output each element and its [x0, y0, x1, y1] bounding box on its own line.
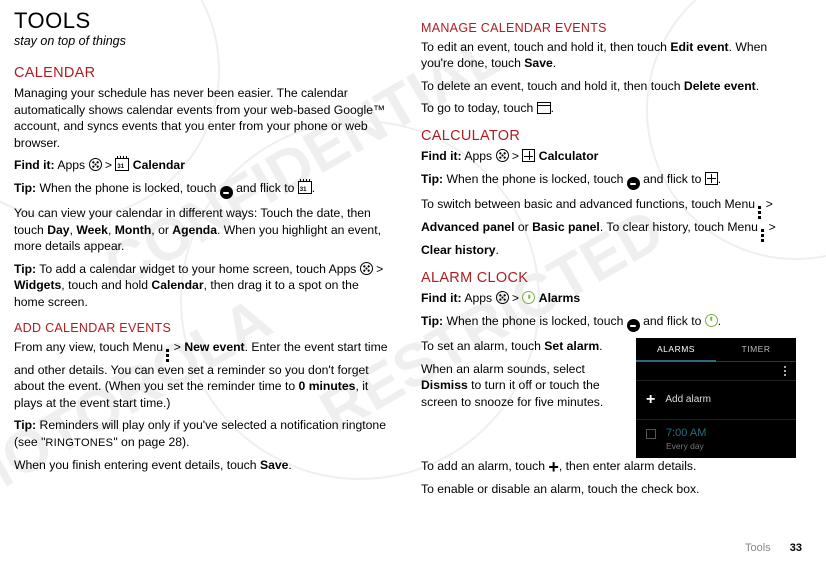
section-calendar: Calendar: [14, 64, 389, 84]
section-alarm: Alarm clock: [421, 269, 796, 289]
calendar-icon: [115, 158, 129, 171]
goto-today: To go to today, touch .: [421, 100, 796, 116]
tab-timer[interactable]: TIMER: [716, 338, 796, 361]
alarms-screenshot: ALARMS TIMER + Add alarm 7:00 AM Every d…: [636, 338, 796, 458]
alarm-row[interactable]: 7:00 AM Every day: [636, 420, 796, 458]
alarm-repeat: Every day: [666, 441, 706, 452]
overflow-menu-icon[interactable]: [784, 364, 786, 378]
calendar-intro: Managing your schedule has never been ea…: [14, 85, 389, 151]
findit-calendar: Find it: Apps > Calendar: [14, 157, 389, 173]
calculator-icon: [522, 149, 535, 162]
findit-alarms: Find it: Apps > Alarms: [421, 290, 796, 306]
add-alarm-row[interactable]: + Add alarm: [636, 381, 796, 420]
today-icon: [537, 102, 551, 114]
alarm-time: 7:00 AM: [666, 426, 706, 441]
edit-event: To edit an event, touch and hold it, the…: [421, 39, 796, 72]
clock-icon: [705, 314, 718, 327]
tagline: stay on top of things: [14, 33, 389, 50]
section-calculator: Calculator: [421, 127, 796, 147]
add-event-body: From any view, touch Menu > New event. E…: [14, 339, 389, 411]
alarm-checkbox[interactable]: [646, 429, 656, 439]
apps-icon: [496, 291, 509, 304]
findit-calculator: Find it: Apps > Calculator: [421, 148, 796, 164]
lock-icon: [627, 177, 640, 190]
lock-icon: [220, 186, 233, 199]
section-add-events: Add calendar events: [14, 320, 389, 337]
plus-icon: +: [646, 389, 655, 411]
clock-icon: [522, 291, 535, 304]
tab-alarms[interactable]: ALARMS: [636, 338, 716, 361]
menu-icon: [166, 349, 170, 362]
tip-lock-calendar: Tip: When the phone is locked, touch and…: [14, 180, 389, 200]
tip-lock-alarm: Tip: When the phone is locked, touch and…: [421, 313, 796, 333]
footer: Tools 33: [745, 541, 802, 556]
page-number: 33: [790, 542, 802, 554]
apps-icon: [89, 158, 102, 171]
section-manage-events: Manage calendar events: [421, 20, 796, 37]
calendar-views: You can view your calendar in different …: [14, 205, 389, 254]
add-alarm: To add an alarm, touch +, then enter ala…: [421, 458, 796, 474]
tip-widget: Tip: To add a calendar widget to your ho…: [14, 261, 389, 310]
tip-lock-calc: Tip: When the phone is locked, touch and…: [421, 171, 796, 191]
enable-alarm: To enable or disable an alarm, touch the…: [421, 481, 796, 497]
page-title: Tools: [14, 10, 389, 32]
save-event: When you finish entering event details, …: [14, 457, 389, 473]
delete-event: To delete an event, touch and hold it, t…: [421, 78, 796, 94]
apps-icon: [496, 149, 509, 162]
calculator-icon: [705, 172, 718, 185]
menu-icon: [758, 206, 762, 219]
plus-icon: +: [548, 462, 559, 473]
calc-switch: To switch between basic and advanced fun…: [421, 196, 796, 258]
menu-icon: [761, 229, 765, 242]
calendar-icon: [298, 181, 312, 194]
lock-icon: [627, 319, 640, 332]
tip-ringtone: Tip: Reminders will play only if you've …: [14, 417, 389, 450]
apps-icon: [360, 262, 373, 275]
